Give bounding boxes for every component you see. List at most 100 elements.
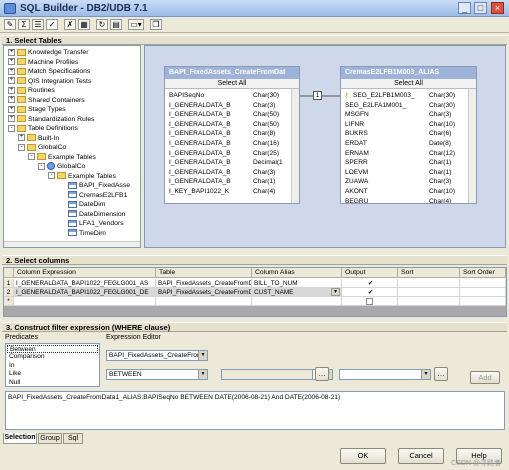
repository-tree[interactable]: + Knowledge Transfer + Machine Profiles + Mat…	[3, 45, 141, 248]
expander-icon[interactable]: +	[8, 48, 15, 56]
table-canvas[interactable]: BAPI_FixedAssets_CreateFromDat Select Al…	[144, 45, 506, 248]
columns-grid[interactable]: Column Expression Table Column Alias Output…	[3, 267, 507, 317]
column-name[interactable]: I_GENERALDATA_B	[169, 168, 249, 177]
table-combo[interactable]: BAPI_FixedAssets_CreateFromD ▾	[106, 350, 208, 361]
grid-cell-table[interactable]: BAPI_FixedAssets_CreateFromData1_ALI	[156, 288, 252, 297]
tree-node[interactable]: + Match Specifications	[8, 67, 90, 76]
grid-cell-output[interactable]: ✔	[342, 288, 398, 297]
tree-node[interactable]: + Stage Types	[8, 105, 66, 114]
pin-icon[interactable]: ✎	[4, 19, 16, 30]
layout-dropdown-icon[interactable]: ▭▾	[128, 19, 144, 30]
tree-node[interactable]: + Built-In	[18, 134, 59, 143]
grid-cell-expr[interactable]	[14, 297, 156, 306]
grid-cell-alias[interactable]: BILL_TO_NUM	[252, 279, 342, 288]
expander-icon[interactable]: +	[8, 105, 15, 113]
expander-icon[interactable]: -	[48, 172, 55, 180]
expander-icon[interactable]: -	[8, 124, 15, 132]
tree-node[interactable]: - Table Definitions	[8, 124, 78, 133]
predicate-item[interactable]: Comparison	[7, 353, 98, 361]
tree-node[interactable]: + Knowledge Transfer	[8, 48, 88, 57]
grid-cell-order[interactable]	[460, 279, 506, 288]
tree-hscrollbar[interactable]	[4, 241, 140, 247]
tree-node[interactable]: + QIS Integration Tests	[8, 77, 91, 86]
grid-cell-alias[interactable]: CUST_NAME	[252, 288, 342, 297]
expander-icon[interactable]: +	[8, 96, 15, 104]
grid-cell-sort[interactable]	[398, 288, 460, 297]
tree-node[interactable]: - GlobalCo	[38, 162, 85, 171]
sql-icon[interactable]: Σ	[18, 19, 30, 30]
checklist-icon[interactable]: ☰	[32, 19, 44, 30]
tree-node[interactable]: TimeDim	[68, 229, 106, 238]
tree-node[interactable]: + Standardization Rules	[8, 115, 95, 124]
column-name[interactable]: LOEVM	[345, 168, 425, 177]
accept-icon[interactable]: ✓	[46, 19, 58, 30]
column-name[interactable]: I_GENERALDATA_B	[169, 139, 249, 148]
expander-icon[interactable]: +	[8, 115, 15, 123]
grid-cell-order[interactable]	[460, 288, 506, 297]
maximize-button[interactable]: □	[474, 2, 487, 14]
copy-icon[interactable]: ❐	[150, 19, 162, 30]
expander-icon[interactable]: +	[18, 134, 25, 142]
table-box-bapi[interactable]: BAPI_FixedAssets_CreateFromDat Select Al…	[164, 66, 300, 204]
value-combo[interactable]: ▾	[339, 369, 431, 380]
column-name[interactable]: ERDAT	[345, 139, 425, 148]
tab-group[interactable]: Group	[38, 433, 62, 444]
expander-icon[interactable]: -	[38, 162, 45, 170]
grid-cell-expr[interactable]: I_GENERALDATA_BAPI1022_FEGLG001_DE	[14, 288, 156, 297]
grid-header[interactable]: Output	[342, 268, 398, 278]
predicate-item[interactable]: Like	[7, 370, 98, 378]
predicate-item[interactable]: Null	[7, 379, 98, 387]
grid-cell-alias[interactable]	[252, 297, 342, 306]
grid-header[interactable]: Column Alias	[252, 268, 342, 278]
column-name[interactable]: I_GENERALDATA_B	[169, 177, 249, 186]
value1-input[interactable]	[221, 369, 313, 380]
filter-expression-text[interactable]: BAPI_FixedAssets_CreateFromData1_ALIAS.B…	[5, 391, 505, 430]
table-box-cremas[interactable]: CremasE2LFB1M003_ALIAS Select All SEG_E2…	[340, 66, 477, 204]
grid-icon[interactable]: ▦	[78, 19, 90, 30]
table-box-title[interactable]: BAPI_FixedAssets_CreateFromDat	[165, 67, 299, 79]
grid-cell-sort[interactable]	[398, 279, 460, 288]
tree-node[interactable]: CremasE2LFB1	[68, 191, 127, 200]
column-name[interactable]: I_GENERALDATA_B	[169, 129, 249, 138]
tree-node[interactable]: + Machine Profiles	[8, 58, 78, 67]
expander-icon[interactable]: +	[8, 86, 15, 94]
tree-node[interactable]: + Routines	[8, 86, 55, 95]
tab-selection[interactable]: Selection	[3, 433, 37, 444]
column-name[interactable]: I_GENERALDATA_B	[169, 149, 249, 158]
column-name[interactable]: LIFNR	[345, 120, 425, 129]
grid-cell-expr[interactable]: I_GENERALDATA_BAPI1022_FEGLG001_AS	[14, 279, 156, 288]
column-name[interactable]: SEG_E2LFB1M003_	[353, 91, 425, 100]
column-name[interactable]: I_GENERALDATA_B	[169, 101, 249, 110]
column-name[interactable]: I_GENERALDATA_B	[169, 158, 249, 167]
table-icon[interactable]: ▤	[110, 19, 122, 30]
join-badge[interactable]: 1	[313, 91, 322, 100]
grid-cell-table[interactable]: BAPI_FixedAssets_CreateFromData1_ALI	[156, 279, 252, 288]
tree-node[interactable]: - Example Tables	[48, 172, 116, 181]
tree-node[interactable]: DateDimension	[68, 210, 125, 219]
column-name[interactable]: BEGRU	[345, 197, 425, 203]
add-button[interactable]: Add	[470, 371, 500, 384]
table-box-title[interactable]: CremasE2LFB1M003_ALIAS	[341, 67, 476, 79]
row-number[interactable]: 2	[4, 288, 14, 297]
row-number[interactable]: 1	[4, 279, 14, 288]
tree-node[interactable]: - GlobalCo	[18, 143, 66, 152]
grid-header[interactable]: Sort Order	[460, 268, 506, 278]
predicate-item[interactable]: In	[7, 362, 98, 370]
tree-node[interactable]: DateDim	[68, 200, 105, 209]
close-button[interactable]: ×	[491, 2, 504, 14]
column-name[interactable]: I_GENERALDATA_B	[169, 120, 249, 129]
expander-icon[interactable]: -	[18, 143, 25, 151]
output-checkbox[interactable]	[366, 298, 373, 305]
column-name[interactable]: I_KEY_BAPI1022_K	[169, 187, 249, 196]
cancel-icon[interactable]: ✗	[64, 19, 76, 30]
alias-dropdown-icon[interactable]: ▾	[331, 288, 340, 296]
grid-header[interactable]: Table	[156, 268, 252, 278]
expander-icon[interactable]: +	[8, 58, 15, 66]
tree-node[interactable]: LFA1_Vendors	[68, 219, 124, 228]
grid-cell-table[interactable]	[156, 297, 252, 306]
column-name[interactable]: SEG_E2LFA1M001_	[345, 101, 425, 110]
column-name[interactable]: AKONT	[345, 187, 425, 196]
operator-combo[interactable]: BETWEEN ▾	[106, 369, 208, 380]
cancel-button[interactable]: Cancel	[398, 448, 444, 464]
column-name[interactable]: MSGFN	[345, 110, 425, 119]
